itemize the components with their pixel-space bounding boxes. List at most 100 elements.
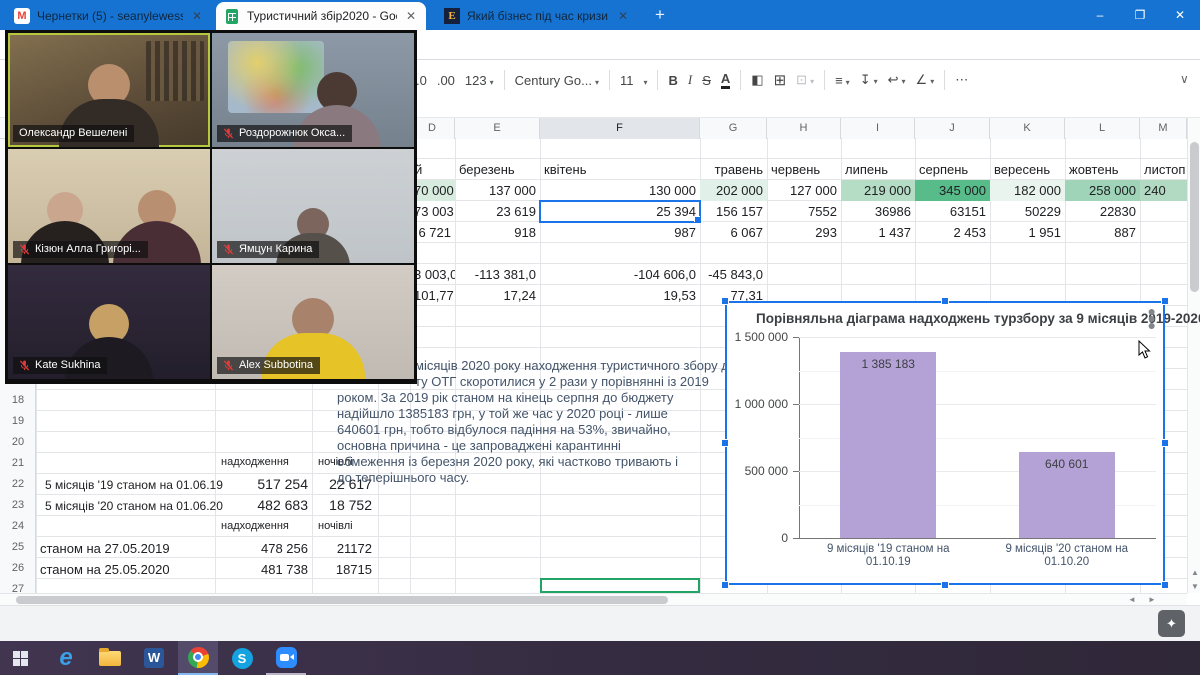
grid-cell[interactable]: 36986 — [841, 201, 915, 222]
grid-cell[interactable]: 887 — [1065, 222, 1140, 243]
cell-month[interactable]: листоп — [1140, 159, 1187, 180]
scroll-up-icon[interactable]: ▲ — [1191, 568, 1199, 577]
chart-selection-handle[interactable] — [1161, 297, 1169, 305]
grid-cell[interactable]: 50229 — [990, 201, 1065, 222]
cell-label[interactable]: станом на 27.05.2019 — [40, 541, 170, 556]
row-number-26[interactable]: 26 — [0, 558, 36, 579]
zoom-icon[interactable] — [266, 641, 306, 675]
grid-cell[interactable]: 987 — [540, 222, 700, 243]
word-icon[interactable]: W — [134, 641, 174, 675]
grid-cell[interactable]: 293 — [767, 222, 841, 243]
grid-cell[interactable]: 6 067 — [700, 222, 767, 243]
column-header-L[interactable]: L — [1065, 118, 1140, 139]
column-header-K[interactable]: K — [990, 118, 1065, 139]
grid-cell[interactable]: -104 606,0 — [540, 264, 700, 285]
cell-value[interactable]: 482 683 — [215, 497, 308, 513]
cell-month[interactable]: березень — [455, 159, 540, 180]
cell-value[interactable]: 517 254 — [215, 476, 308, 492]
row-number-21[interactable]: 21 — [0, 453, 36, 474]
cell-header-revenue[interactable]: надходження — [221, 456, 289, 468]
chart-selection-handle[interactable] — [1161, 439, 1169, 447]
grid-cell[interactable]: -113 381,0 — [455, 264, 540, 285]
horizontal-scrollbar-thumb[interactable] — [16, 596, 668, 604]
vertical-scrollbar-thumb[interactable] — [1190, 142, 1199, 292]
row-number-25[interactable]: 25 — [0, 537, 36, 558]
chart-selection-handle[interactable] — [721, 581, 729, 589]
grid-cell[interactable]: 918 — [455, 222, 540, 243]
explore-button[interactable]: ✦ — [1158, 610, 1185, 637]
cell-label[interactable]: станом на 25.05.2020 — [40, 562, 170, 577]
column-header-M[interactable]: M — [1140, 118, 1187, 139]
video-tile[interactable]: Кізюн Алла Григорі... — [8, 149, 210, 263]
cell-month[interactable]: червень — [767, 159, 841, 180]
grid-cell[interactable]: 219 000 — [841, 180, 915, 201]
grid-cell[interactable]: 127 000 — [767, 180, 841, 201]
video-tile[interactable]: Олександр Вешелені — [8, 33, 210, 147]
grid-cell[interactable]: 240 — [1140, 180, 1187, 201]
cell-month[interactable]: вересень — [990, 159, 1065, 180]
vertical-scrollbar[interactable]: ▲ ▼ — [1187, 118, 1200, 593]
grid-cell[interactable]: 17,24 — [455, 285, 540, 306]
scroll-left-icon[interactable]: ◄ — [1128, 595, 1136, 604]
grid-cell[interactable]: 63151 — [915, 201, 990, 222]
video-call-overlay[interactable]: Олександр Вешелені Роздорожнюк Окса... — [5, 30, 417, 384]
column-header-I[interactable]: I — [841, 118, 915, 139]
grid-cell[interactable]: 19,53 — [540, 285, 700, 306]
chart-selection-handle[interactable] — [941, 581, 949, 589]
grid-cell[interactable]: 25 394 — [540, 201, 700, 222]
chrome-icon[interactable] — [178, 641, 218, 675]
cell-value[interactable]: 21172 — [312, 541, 372, 556]
chart-bar[interactable] — [840, 352, 936, 538]
chart-selection-handle[interactable] — [721, 439, 729, 447]
column-header-J[interactable]: J — [915, 118, 990, 139]
row-number-22[interactable]: 22 — [0, 474, 36, 495]
grid-cell[interactable]: 22830 — [1065, 201, 1140, 222]
cell-label[interactable]: 5 місяців '20 станом на 01.06.20 — [45, 499, 223, 513]
row-number-20[interactable]: 20 — [0, 432, 36, 453]
grid-cell[interactable]: 258 000 — [1065, 180, 1140, 201]
grid-cell[interactable]: 1 437 — [841, 222, 915, 243]
scroll-right-icon[interactable]: ► — [1148, 595, 1156, 604]
cell-value[interactable]: 18715 — [312, 562, 372, 577]
grid-cell[interactable]: 182 000 — [990, 180, 1065, 201]
cell-value[interactable]: 478 256 — [215, 541, 308, 556]
video-tile[interactable]: Роздорожнюк Окса... — [212, 33, 414, 147]
row-number-18[interactable]: 18 — [0, 390, 36, 411]
column-header-H[interactable]: H — [767, 118, 841, 139]
row-number-23[interactable]: 23 — [0, 495, 36, 516]
file-explorer-icon[interactable] — [90, 641, 130, 675]
edge-icon[interactable]: e — [46, 641, 86, 675]
skype-icon[interactable]: S — [222, 641, 262, 675]
column-header-E[interactable]: E — [455, 118, 540, 139]
grid-cell[interactable]: 130 000 — [540, 180, 700, 201]
grid-cell[interactable]: 2 453 — [915, 222, 990, 243]
cell-header-nights[interactable]: ночівлі — [318, 520, 353, 532]
column-header-G[interactable]: G — [700, 118, 767, 139]
cell-label[interactable]: 5 місяців '19 станом на 01.06.19 — [45, 478, 223, 492]
scroll-down-icon[interactable]: ▼ — [1191, 582, 1199, 591]
chart-selection-handle[interactable] — [1161, 581, 1169, 589]
video-tile[interactable]: Ямцун Карина — [212, 149, 414, 263]
cell-month[interactable]: серпень — [915, 159, 990, 180]
video-tile[interactable]: Alex Subbotina — [212, 265, 414, 379]
grid-cell[interactable]: 345 000 — [915, 180, 990, 201]
grid-cell[interactable]: -45 843,0 — [700, 264, 767, 285]
cell-month[interactable]: квітень — [540, 159, 700, 180]
cell-value[interactable]: 18 752 — [312, 497, 372, 513]
row-number-24[interactable]: 24 — [0, 516, 36, 537]
grid-cell[interactable]: 202 000 — [700, 180, 767, 201]
chart-selection-handle[interactable] — [721, 297, 729, 305]
video-tile[interactable]: Kate Sukhina — [8, 265, 210, 379]
row-number-19[interactable]: 19 — [0, 411, 36, 432]
chart-menu-icon[interactable]: ●●● — [1148, 308, 1156, 329]
grid-cell[interactable]: 1 951 — [990, 222, 1065, 243]
column-header-F[interactable]: F — [540, 118, 700, 139]
cell-value[interactable]: 481 738 — [215, 562, 308, 577]
grid-cell[interactable]: 137 000 — [455, 180, 540, 201]
cell-header-revenue[interactable]: надходження — [221, 520, 289, 532]
grid-cell[interactable]: 7552 — [767, 201, 841, 222]
cell-month[interactable]: жовтень — [1065, 159, 1140, 180]
cell-month[interactable]: травень — [700, 159, 767, 180]
horizontal-scrollbar[interactable] — [0, 593, 1187, 605]
chart[interactable]: Порівняльна діаграма надходжень турзбору… — [725, 301, 1165, 585]
